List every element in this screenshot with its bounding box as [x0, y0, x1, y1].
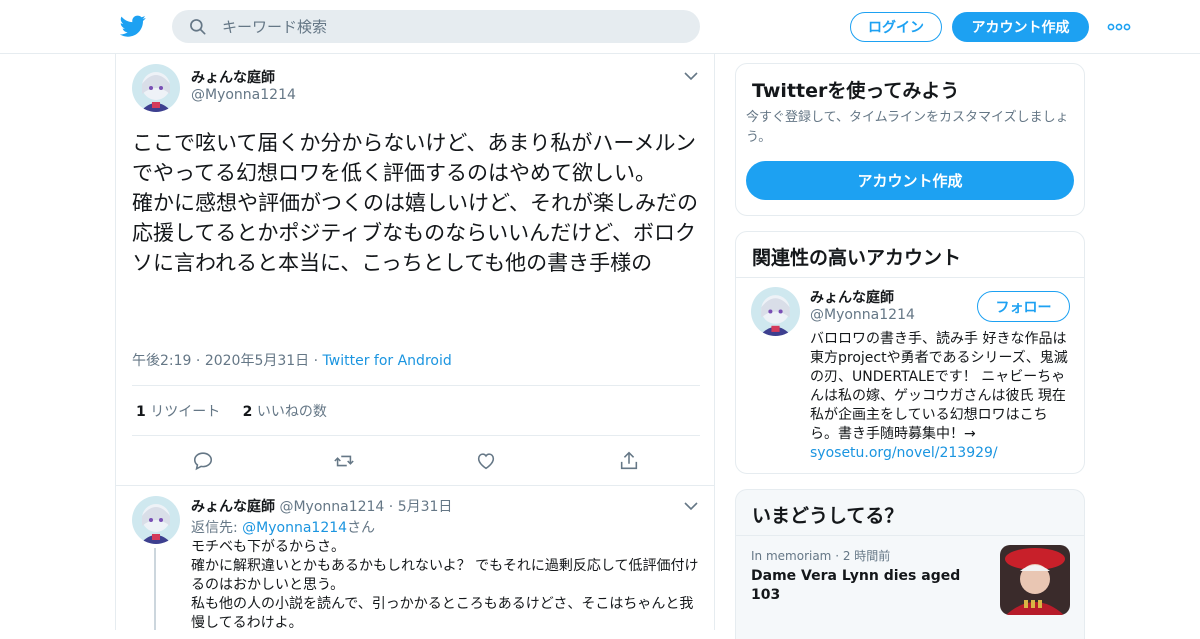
search-input[interactable] — [222, 10, 682, 43]
signup-button[interactable]: アカウント作成 — [952, 12, 1089, 42]
signup-card-description: 今すぐ登録して、タイムラインをカスタマイズしましょう。 — [746, 110, 1069, 145]
related-account-bio: バロロワの書き手、読み手 好きな作品は東方projectや勇者であるシリーズ、鬼… — [810, 330, 1075, 463]
search-icon — [190, 19, 206, 35]
trend-thumbnail[interactable] — [1000, 545, 1070, 615]
related-accounts-title: 関連性の高いアカウント — [752, 247, 962, 269]
divider — [132, 435, 700, 436]
trend-category: In memoriam — [751, 549, 832, 563]
tweet-date[interactable]: 2020年5月31日 — [205, 353, 309, 369]
news-photo-icon — [1000, 545, 1070, 615]
reply-author-name[interactable]: みょんな庭師 — [191, 499, 275, 515]
heart-icon[interactable] — [475, 450, 497, 472]
retweet-label: リツイート — [150, 404, 221, 420]
avatar-image-icon — [132, 64, 180, 112]
chevron-down-icon[interactable] — [684, 501, 698, 511]
trend-time: 2 時間前 — [842, 549, 891, 563]
reply-author-handle[interactable]: @Myonna1214 — [279, 499, 384, 515]
reply-to-prefix: 返信先: — [191, 520, 243, 536]
thread-line — [154, 548, 156, 630]
trends-title: いまどうしてる？ — [752, 505, 904, 527]
follow-button[interactable]: フォロー — [977, 291, 1070, 322]
search-bar[interactable] — [172, 10, 700, 43]
related-account-name[interactable]: みょんな庭師 — [810, 287, 894, 307]
retweet-count: 1 — [136, 404, 146, 420]
divider — [736, 277, 1084, 278]
tweet-text: ここで呟いて届くか分からないけど、あまり私がハーメルンでやってる幻想ロワを低く評… — [132, 131, 698, 275]
reply-date[interactable]: 5月31日 — [398, 499, 453, 515]
like-count: 2 — [242, 404, 253, 420]
avatar[interactable] — [751, 287, 800, 336]
like-stat[interactable]: 2 いいねの数 — [243, 404, 327, 420]
like-label: いいねの数 — [256, 404, 327, 420]
twitter-logo-icon[interactable] — [120, 13, 146, 39]
reply-to-line: 返信先: @Myonna1214さん — [191, 517, 375, 537]
reply-to-suffix: さん — [347, 520, 376, 536]
more-options-icon[interactable] — [1106, 17, 1132, 37]
avatar[interactable] — [132, 64, 180, 112]
signup-card: Twitterを使ってみよう 今すぐ登録して、タイムラインをカスタマイズしましょ… — [735, 63, 1085, 216]
divider — [116, 485, 714, 486]
reply-header: みょんな庭師 @Myonna1214 · 5月31日 — [191, 499, 453, 515]
login-button[interactable]: ログイン — [850, 12, 942, 42]
author-name[interactable]: みょんな庭師 — [191, 67, 275, 87]
tweet-stats: 1 リツイート 2 いいねの数 — [136, 401, 327, 421]
retweet-icon[interactable] — [333, 450, 355, 472]
reply-text: モチベも下がるからさ。 確かに解釈違いとかもあるかもしれないよ？ でもそれに過剰… — [191, 539, 699, 631]
trend-headline[interactable]: Dame Vera Lynn dies aged 103 — [751, 567, 981, 605]
trends-card: いまどうしてる？ In memoriam · 2 時間前 Dame Vera L… — [735, 489, 1085, 639]
share-icon[interactable] — [618, 450, 640, 472]
bio-link[interactable]: syosetu.org/novel/213929/ — [810, 445, 998, 461]
related-accounts-card: 関連性の高いアカウント みょんな庭師 @Myonna1214 フォロー バロロワ… — [735, 231, 1085, 474]
author-handle[interactable]: @Myonna1214 — [191, 87, 296, 103]
signup-card-button[interactable]: アカウント作成 — [746, 161, 1074, 200]
tweet-timestamp: 午後2:19 · 2020年5月31日 · Twitter for Androi… — [132, 353, 452, 369]
top-navigation-bar: ログイン アカウント作成 — [0, 0, 1200, 54]
divider — [736, 535, 1084, 536]
chevron-down-icon[interactable] — [684, 71, 698, 81]
retweet-stat[interactable]: 1 リツイート — [136, 404, 220, 420]
signup-card-title: Twitterを使ってみよう — [752, 80, 960, 102]
tweet-source-link[interactable]: Twitter for Android — [323, 353, 452, 369]
avatar-image-icon — [132, 496, 180, 544]
related-account-handle[interactable]: @Myonna1214 — [810, 307, 915, 323]
divider — [132, 385, 700, 386]
reply-to-handle[interactable]: @Myonna1214 — [242, 520, 347, 536]
tweet-column: みょんな庭師 @Myonna1214 ここで呟いて届くか分からないけど、あまり私… — [115, 54, 715, 631]
bio-text: バロロワの書き手、読み手 好きな作品は東方projectや勇者であるシリーズ、鬼… — [810, 331, 1068, 442]
tweet-time[interactable]: 午後2:19 — [132, 353, 191, 369]
avatar-image-icon — [751, 287, 800, 336]
reply-icon[interactable] — [192, 450, 214, 472]
avatar[interactable] — [132, 496, 180, 544]
trend-meta: In memoriam · 2 時間前 — [751, 549, 891, 563]
